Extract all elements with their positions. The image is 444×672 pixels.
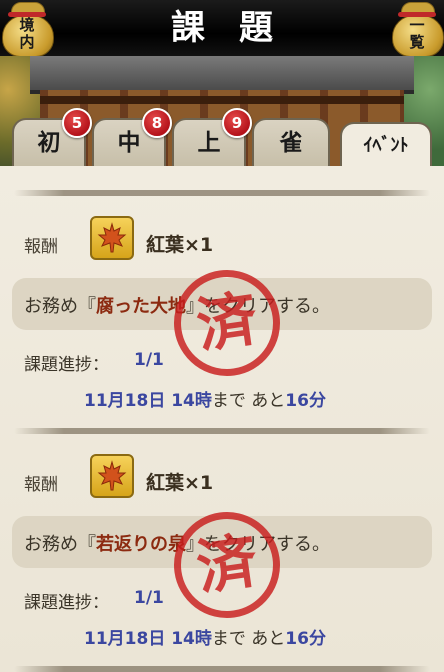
quest-card: 報酬 紅葉×1 お務め『若返りの泉』をクリアする。 課題進捗： 1/1 11月1… [0,404,444,649]
count-badge: 9 [222,108,252,138]
quest-list[interactable]: 報酬 紅葉×1 お務め『腐った大地』をクリアする。 課題進捗： 1/1 11月1… [0,166,444,672]
ichiran-button-label: 一 覧 [409,16,425,51]
count-badge: 5 [62,108,92,138]
reward-label: 報酬 [24,475,58,495]
mission-stage: 若返りの泉 [96,534,186,555]
stamp-glyph: 済 [192,526,262,604]
ichiran-button[interactable]: 一 覧 [392,2,444,58]
deadline-date: 11月18日 14時 [84,629,212,649]
maple-leaf-icon[interactable] [90,216,134,260]
tab-shokyu[interactable]: 初 5 [12,108,92,166]
page-title: 課題 [171,8,307,48]
deadline-mid: まで あと [211,629,286,649]
progress-value: 1/1 [134,588,164,608]
maple-leaf-glyph [97,460,127,491]
quest-card: 報酬 紅葉×1 お務め『腐った大地』をクリアする。 課題進捗： 1/1 11月1… [0,166,444,411]
tab-label: ｲﾍﾞﾝﾄ [363,135,409,156]
maple-leaf-glyph [97,222,127,253]
maple-leaf-icon[interactable] [90,454,134,498]
tab-jaku[interactable]: 雀 [252,118,330,166]
reward-name: 紅葉×1 [146,472,214,494]
count-badge: 8 [142,108,172,138]
reward-label: 報酬 [24,237,58,257]
progress-label: 課題進捗： [24,593,109,613]
mission-prefix: お務め『 [24,296,96,317]
progress-label: 課題進捗： [24,355,109,375]
tab-label: 雀 [279,129,303,156]
stamp-glyph: 済 [192,284,262,362]
divider [14,666,430,672]
reward-name: 紅葉×1 [146,234,214,256]
mission-stage: 腐った大地 [96,296,186,317]
keidai-button[interactable]: 境 内 [2,2,54,58]
header-bar: 課題 境 内 一 覧 [0,0,444,58]
tab-jokyu[interactable]: 上 9 [172,108,252,166]
deadline: 11月18日 14時まで あと16分 [84,624,326,649]
progress-value: 1/1 [134,350,164,370]
keidai-button-label: 境 内 [19,16,35,51]
shrine-beam [40,96,404,104]
tab-chukyu[interactable]: 中 8 [92,108,172,166]
mission-prefix: お務め『 [24,534,96,555]
tab-event[interactable]: ｲﾍﾞﾝﾄ [340,122,432,168]
deadline-remaining: 16分 [285,629,326,649]
shrine-roof [30,56,414,94]
